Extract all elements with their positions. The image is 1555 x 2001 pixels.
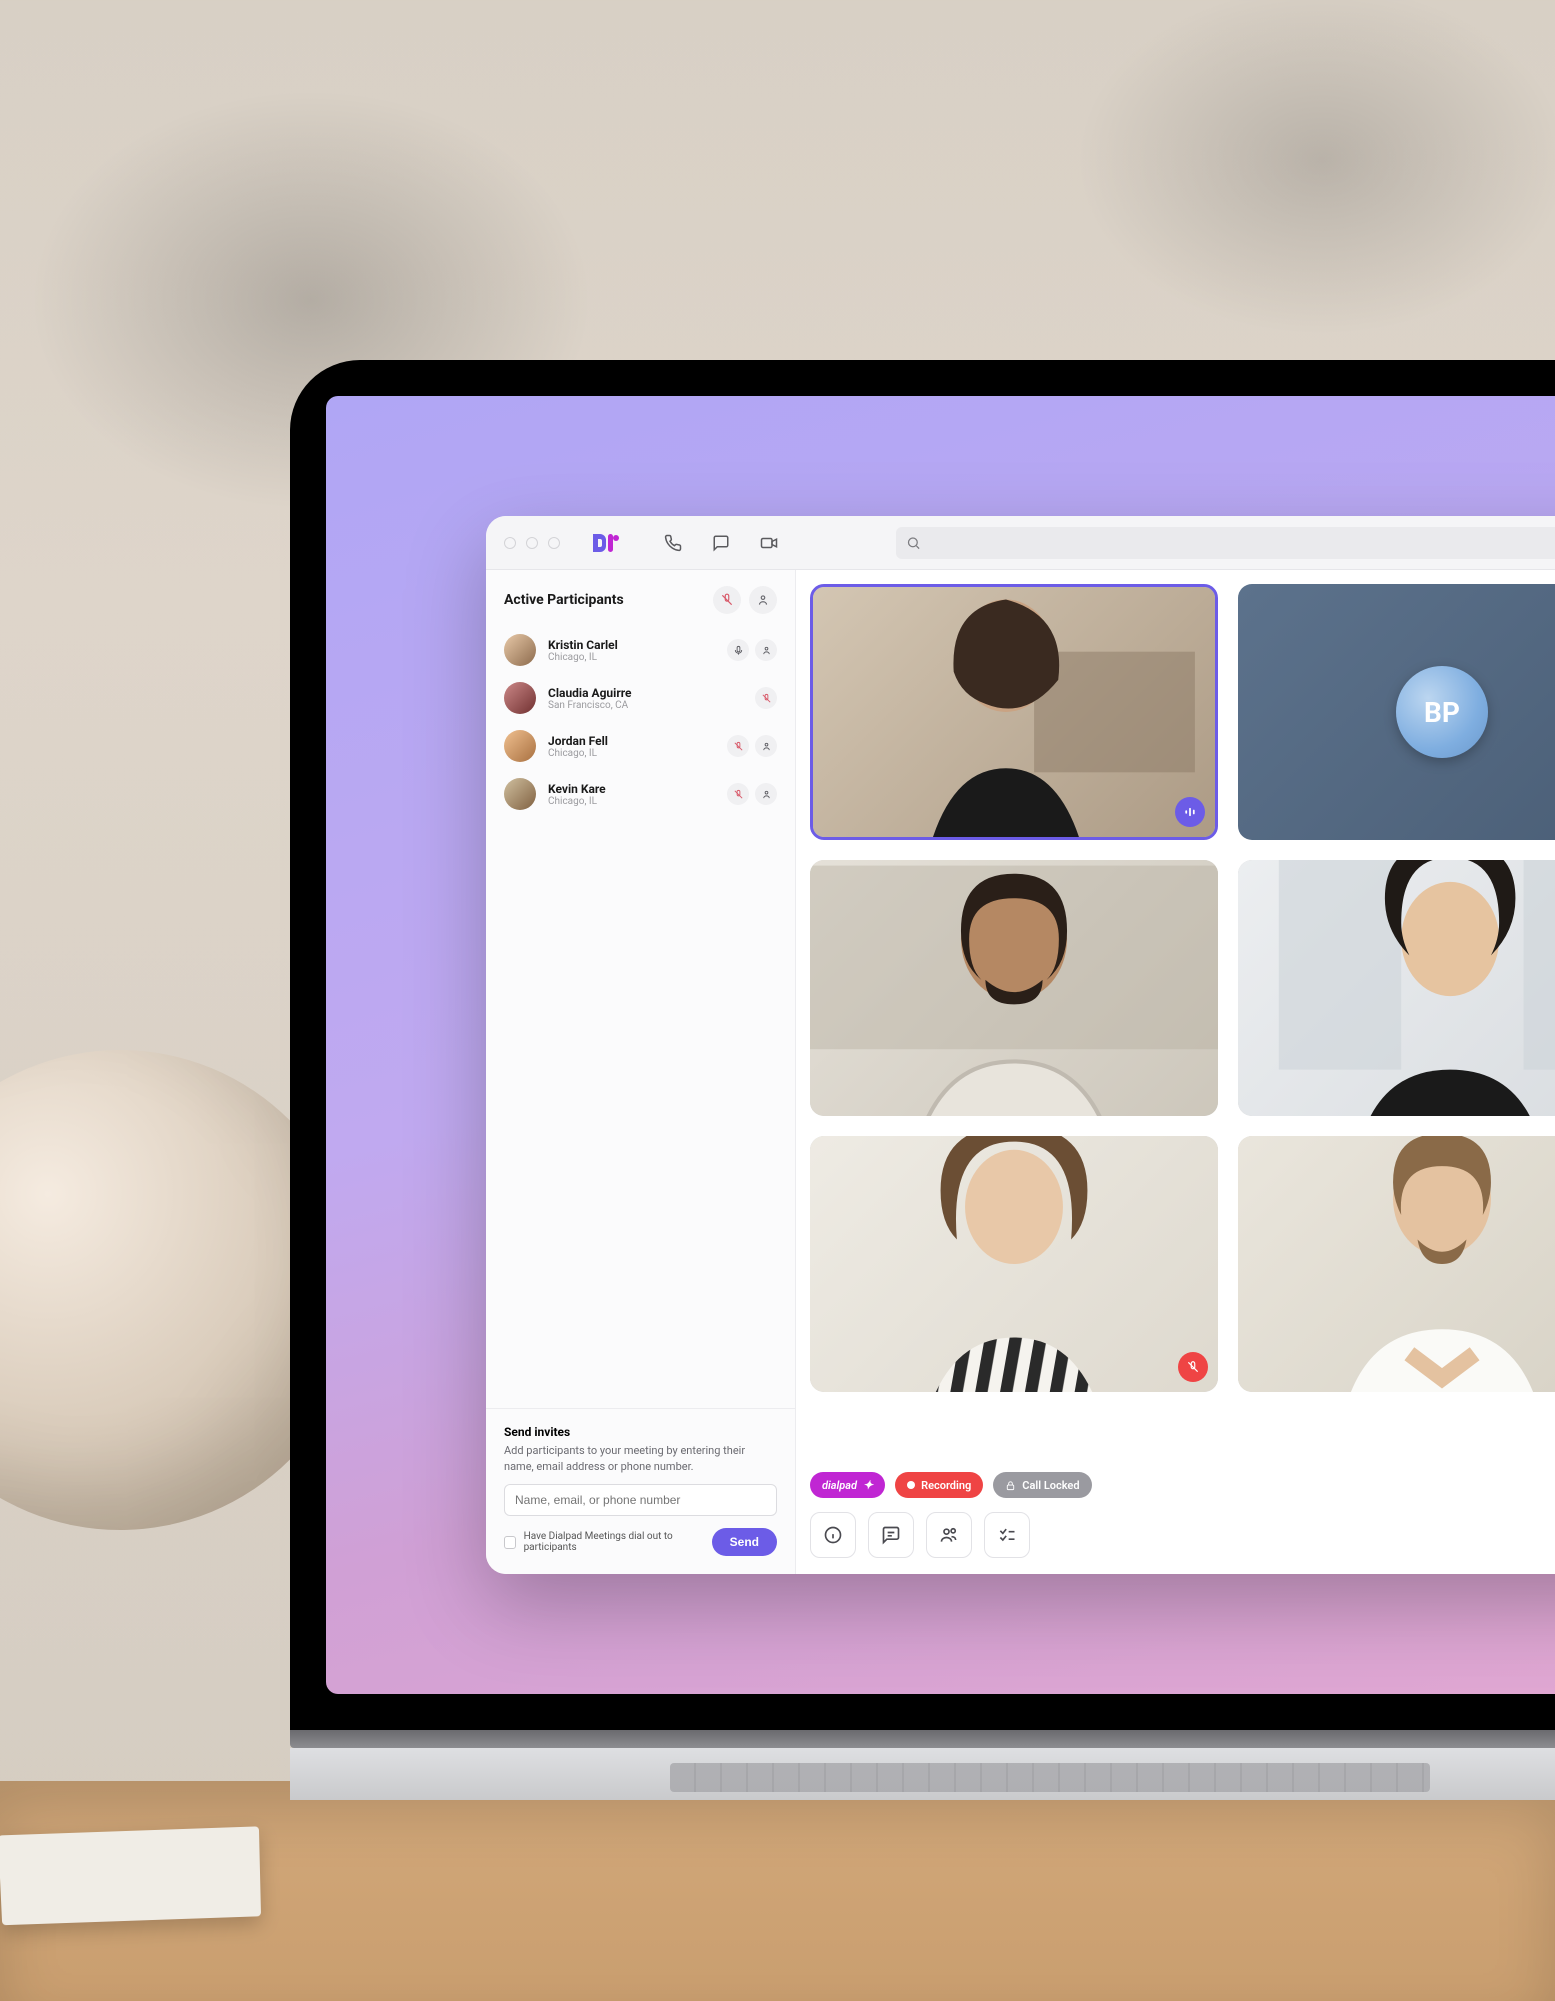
lock-icon (1005, 1480, 1016, 1491)
participant-row[interactable]: Kevin Kare Chicago, IL (486, 770, 795, 818)
avatar (504, 730, 536, 762)
app-window: Active Participants (486, 516, 1555, 1574)
recording-label: Recording (921, 1479, 971, 1492)
recording-badge[interactable]: Recording (895, 1472, 983, 1498)
participant-location: Chicago, IL (548, 796, 715, 807)
search-icon (906, 535, 921, 550)
brand-logo (590, 532, 620, 554)
host-controls-button[interactable] (749, 586, 777, 614)
chat-icon[interactable] (710, 532, 732, 554)
video-grid: BP (796, 570, 1555, 1466)
checkbox-icon[interactable] (504, 1536, 516, 1549)
avatar (504, 634, 536, 666)
laptop: Active Participants (290, 360, 1555, 1800)
lock-label: Call Locked (1022, 1479, 1079, 1492)
participant-name: Jordan Fell (548, 734, 715, 748)
meeting-main: BP (796, 570, 1555, 1574)
recording-dot-icon (907, 1481, 915, 1489)
send-invites-panel: Send invites Add participants to your me… (486, 1408, 795, 1574)
meeting-action-bar (796, 1498, 1555, 1574)
invites-title: Send invites (504, 1425, 777, 1439)
participant-name: Kevin Kare (548, 782, 715, 796)
participants-sidebar: Active Participants (486, 570, 796, 1574)
video-tile[interactable] (1238, 860, 1555, 1116)
participant-row[interactable]: Claudia Aguirre San Francisco, CA (486, 674, 795, 722)
invites-description: Add participants to your meeting by ente… (504, 1443, 777, 1474)
mic-on-icon[interactable] (727, 639, 749, 661)
participant-row[interactable]: Kristin Carlel Chicago, IL (486, 626, 795, 674)
chat-button[interactable] (868, 1512, 914, 1558)
window-zoom-icon[interactable] (548, 537, 560, 549)
participant-location: Chicago, IL (548, 652, 715, 663)
mic-muted-icon[interactable] (755, 687, 777, 709)
participant-row[interactable]: Jordan Fell Chicago, IL (486, 722, 795, 770)
host-badge-icon (755, 783, 777, 805)
search-input[interactable] (896, 527, 1555, 559)
brand-badge-label: dialpad (822, 1479, 857, 1492)
invite-input[interactable] (504, 1484, 777, 1516)
participant-name: Kristin Carlel (548, 638, 715, 652)
video-icon[interactable] (758, 532, 780, 554)
video-tile[interactable] (1238, 1136, 1555, 1392)
dial-out-checkbox[interactable]: Have Dialpad Meetings dial out to partic… (504, 1531, 702, 1553)
ai-star-icon: ✦ (863, 1478, 873, 1492)
send-button[interactable]: Send (712, 1528, 777, 1556)
muted-indicator-icon (1178, 1352, 1208, 1382)
speaking-indicator-icon (1175, 797, 1205, 827)
notebook-decoration (0, 1826, 261, 1925)
video-tile[interactable] (810, 860, 1218, 1116)
phone-icon[interactable] (662, 532, 684, 554)
mic-muted-icon[interactable] (727, 735, 749, 757)
mute-all-button[interactable] (713, 586, 741, 614)
window-controls[interactable] (504, 537, 560, 549)
video-tile-camera-off[interactable]: BP (1238, 584, 1555, 840)
info-button[interactable] (810, 1512, 856, 1558)
window-close-icon[interactable] (504, 537, 516, 549)
avatar (504, 682, 536, 714)
titlebar (486, 516, 1555, 570)
participant-name: Claudia Aguirre (548, 686, 743, 700)
checkbox-label: Have Dialpad Meetings dial out to partic… (524, 1531, 702, 1553)
video-tile[interactable] (810, 1136, 1218, 1392)
participant-location: San Francisco, CA (548, 700, 743, 711)
mic-muted-icon[interactable] (727, 783, 749, 805)
avatar-initials: BP (1396, 666, 1488, 758)
sidebar-title: Active Participants (504, 592, 624, 608)
status-badges: dialpad ✦ Recording Call Locked (796, 1466, 1555, 1498)
tasks-button[interactable] (984, 1512, 1030, 1558)
brand-badge: dialpad ✦ (810, 1472, 885, 1498)
window-minimize-icon[interactable] (526, 537, 538, 549)
participant-location: Chicago, IL (548, 748, 715, 759)
host-badge-icon (755, 735, 777, 757)
video-tile-active-speaker[interactable] (810, 584, 1218, 840)
participants-button[interactable] (926, 1512, 972, 1558)
host-badge-icon (755, 639, 777, 661)
avatar (504, 778, 536, 810)
call-locked-badge[interactable]: Call Locked (993, 1472, 1091, 1498)
